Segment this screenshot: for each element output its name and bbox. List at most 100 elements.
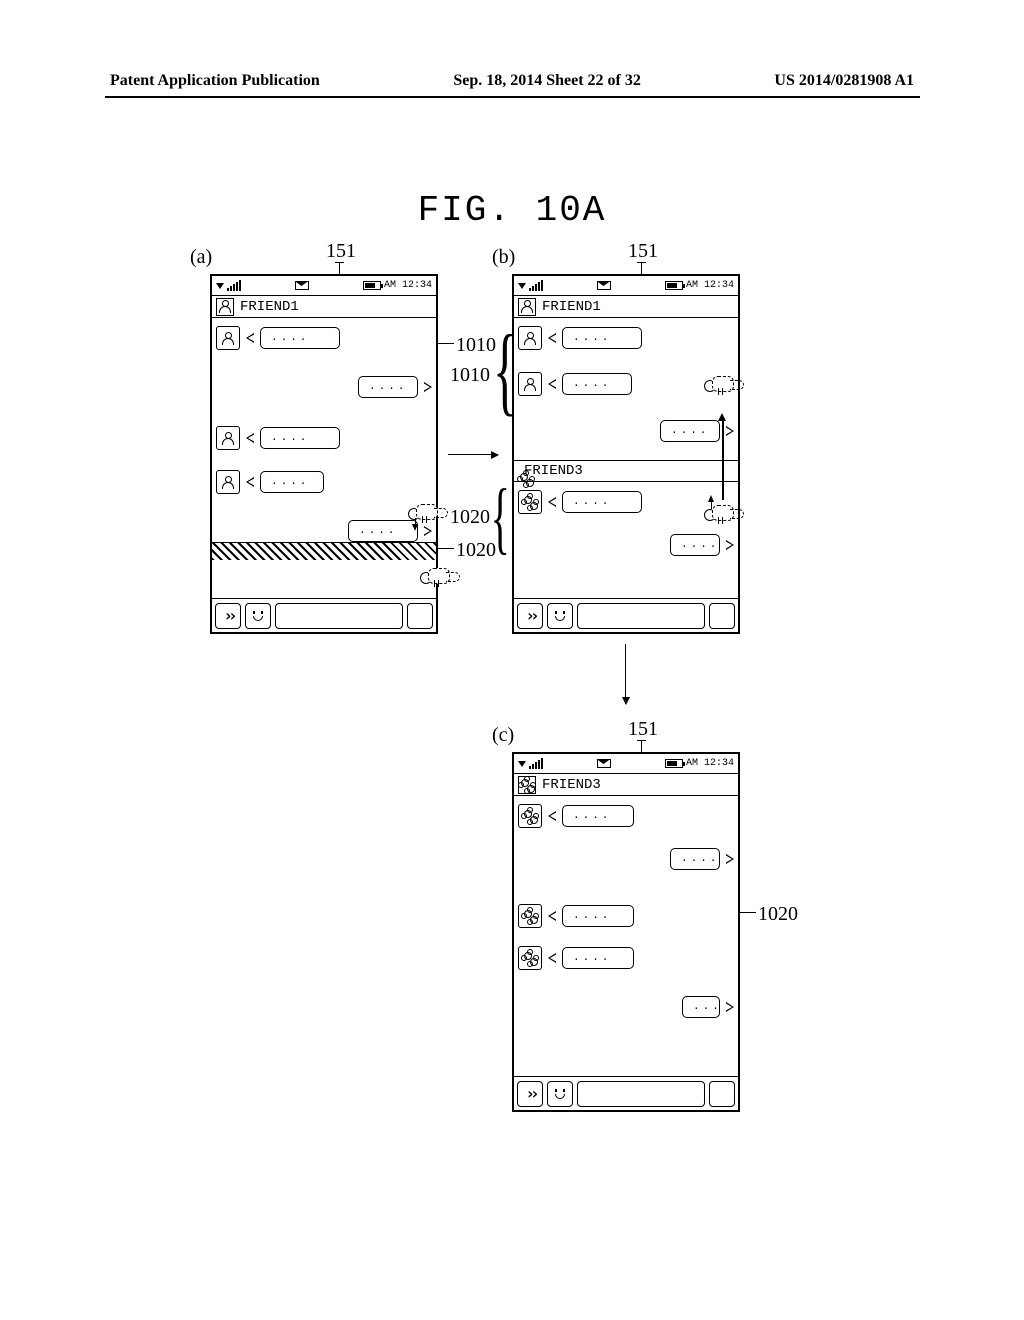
msg-in: .... — [562, 373, 632, 395]
hatched-divider — [212, 542, 436, 560]
avatar-icon — [518, 372, 542, 396]
chat-body[interactable]: .... .... .... .... .... — [212, 318, 436, 598]
attach-button[interactable] — [709, 603, 735, 629]
chat-title: FRIEND3 — [542, 777, 601, 793]
avatar-icon — [518, 326, 542, 350]
input-bar: ›› — [514, 1076, 738, 1110]
scroll-up-arrowhead — [718, 413, 726, 421]
avatar-icon — [216, 470, 240, 494]
panel-label-b: (b) — [492, 246, 515, 269]
chat-title: FRIEND1 — [542, 299, 601, 315]
header-right: US 2014/0281908 A1 — [774, 72, 914, 90]
msg-in: .... — [260, 427, 340, 449]
battery-icon — [665, 759, 683, 768]
battery-icon — [665, 281, 683, 290]
phone-b: AM 12:34 FRIEND1 .... .... .... FRIEND3 — [512, 274, 740, 634]
status-time: AM 12:34 — [384, 280, 432, 291]
lead-1020-a — [438, 548, 454, 549]
title-avatar — [216, 298, 234, 316]
avatar-flower-icon — [518, 946, 542, 970]
scroll-up-line — [722, 420, 724, 500]
emoji-button[interactable] — [547, 1081, 573, 1107]
figure-title: FIG. 10A — [0, 190, 1024, 231]
lead-1020-c — [740, 912, 756, 913]
lead-151-a — [339, 262, 340, 274]
chevron-right-icon: ›› — [525, 606, 534, 625]
msg-out: .... — [670, 534, 720, 556]
ref-1010-b: 1010 — [450, 364, 490, 387]
title-avatar — [518, 776, 536, 794]
send-button[interactable]: ›› — [215, 603, 241, 629]
phone-c: AM 12:34 FRIEND3 .... .... .... .... ... — [512, 752, 740, 1112]
msg-in: .... — [260, 471, 324, 493]
arrow-a-to-b — [448, 454, 498, 455]
status-bar: AM 12:34 — [514, 754, 738, 774]
ref-1020-b: 1020 — [450, 506, 490, 529]
input-bar: ›› — [212, 598, 436, 632]
status-time: AM 12:34 — [686, 280, 734, 291]
avatar-icon — [216, 326, 240, 350]
signal-icon — [227, 281, 241, 291]
smile-icon — [553, 1089, 567, 1099]
ref-151-b: 151 — [628, 240, 658, 263]
mail-icon — [597, 281, 611, 290]
signal-icon — [529, 281, 543, 291]
msg-in: .... — [260, 327, 340, 349]
panel-label-c: (c) — [492, 724, 514, 747]
chevron-right-icon: ›› — [223, 606, 232, 625]
lead-151-b — [641, 262, 642, 274]
title-avatar — [518, 298, 536, 316]
ref-151-a: 151 — [326, 240, 356, 263]
ref-1020-c: 1020 — [758, 903, 798, 926]
input-bar: ›› — [514, 598, 738, 632]
chat-title-bar: FRIEND1 — [514, 296, 738, 318]
send-button[interactable]: ›› — [517, 603, 543, 629]
ref-1010-a: 1010 — [456, 334, 496, 357]
signal-icon — [529, 759, 543, 769]
page-header: Patent Application Publication Sep. 18, … — [0, 72, 1024, 90]
avatar-flower-icon — [518, 904, 542, 928]
panel-label-a: (a) — [190, 246, 212, 269]
dropdown-icon — [518, 761, 526, 767]
emoji-button[interactable] — [245, 603, 271, 629]
finger-pointer-icon — [420, 568, 464, 592]
avatar-icon — [216, 426, 240, 450]
header-left: Patent Application Publication — [110, 72, 320, 90]
arrow-b-to-c — [625, 644, 626, 704]
chat-title: FRIEND1 — [240, 299, 299, 315]
msg-out: .... — [670, 848, 720, 870]
avatar-flower-icon — [518, 804, 542, 828]
chat-title-bar: FRIEND1 — [212, 296, 436, 318]
dropdown-icon — [216, 283, 224, 289]
attach-button[interactable] — [709, 1081, 735, 1107]
attach-button[interactable] — [407, 603, 433, 629]
lead-1010-a — [438, 343, 454, 344]
lead-151-c — [641, 740, 642, 752]
msg-in: .... — [562, 327, 642, 349]
chevron-right-icon: ›› — [525, 1084, 534, 1103]
emoji-button[interactable] — [547, 603, 573, 629]
ref-151-c: 151 — [628, 718, 658, 741]
msg-out: .... — [660, 420, 720, 442]
text-input[interactable] — [577, 603, 705, 629]
status-time: AM 12:34 — [686, 758, 734, 769]
brace-1020: { — [491, 478, 510, 558]
mail-icon — [295, 281, 309, 290]
send-button[interactable]: ›› — [517, 1081, 543, 1107]
text-input[interactable] — [577, 1081, 705, 1107]
msg-out: .... — [358, 376, 418, 398]
msg-in: .... — [562, 805, 634, 827]
battery-icon — [363, 281, 381, 290]
msg-in: .... — [562, 491, 642, 513]
phone-a: AM 12:34 FRIEND1 .... .... .... .... ...… — [210, 274, 438, 634]
finger-pointer-icon — [704, 505, 748, 529]
finger-pointer-icon — [704, 376, 748, 400]
chat-body-lower[interactable]: .... .... — [514, 482, 738, 598]
mail-icon — [597, 759, 611, 768]
msg-in: .... — [562, 947, 634, 969]
text-input[interactable] — [275, 603, 403, 629]
chat-title-bar: FRIEND3 — [514, 774, 738, 796]
msg-out: ... — [682, 996, 720, 1018]
brace-1010: { — [493, 320, 517, 420]
chat-body[interactable]: .... .... .... .... ... — [514, 796, 738, 1076]
